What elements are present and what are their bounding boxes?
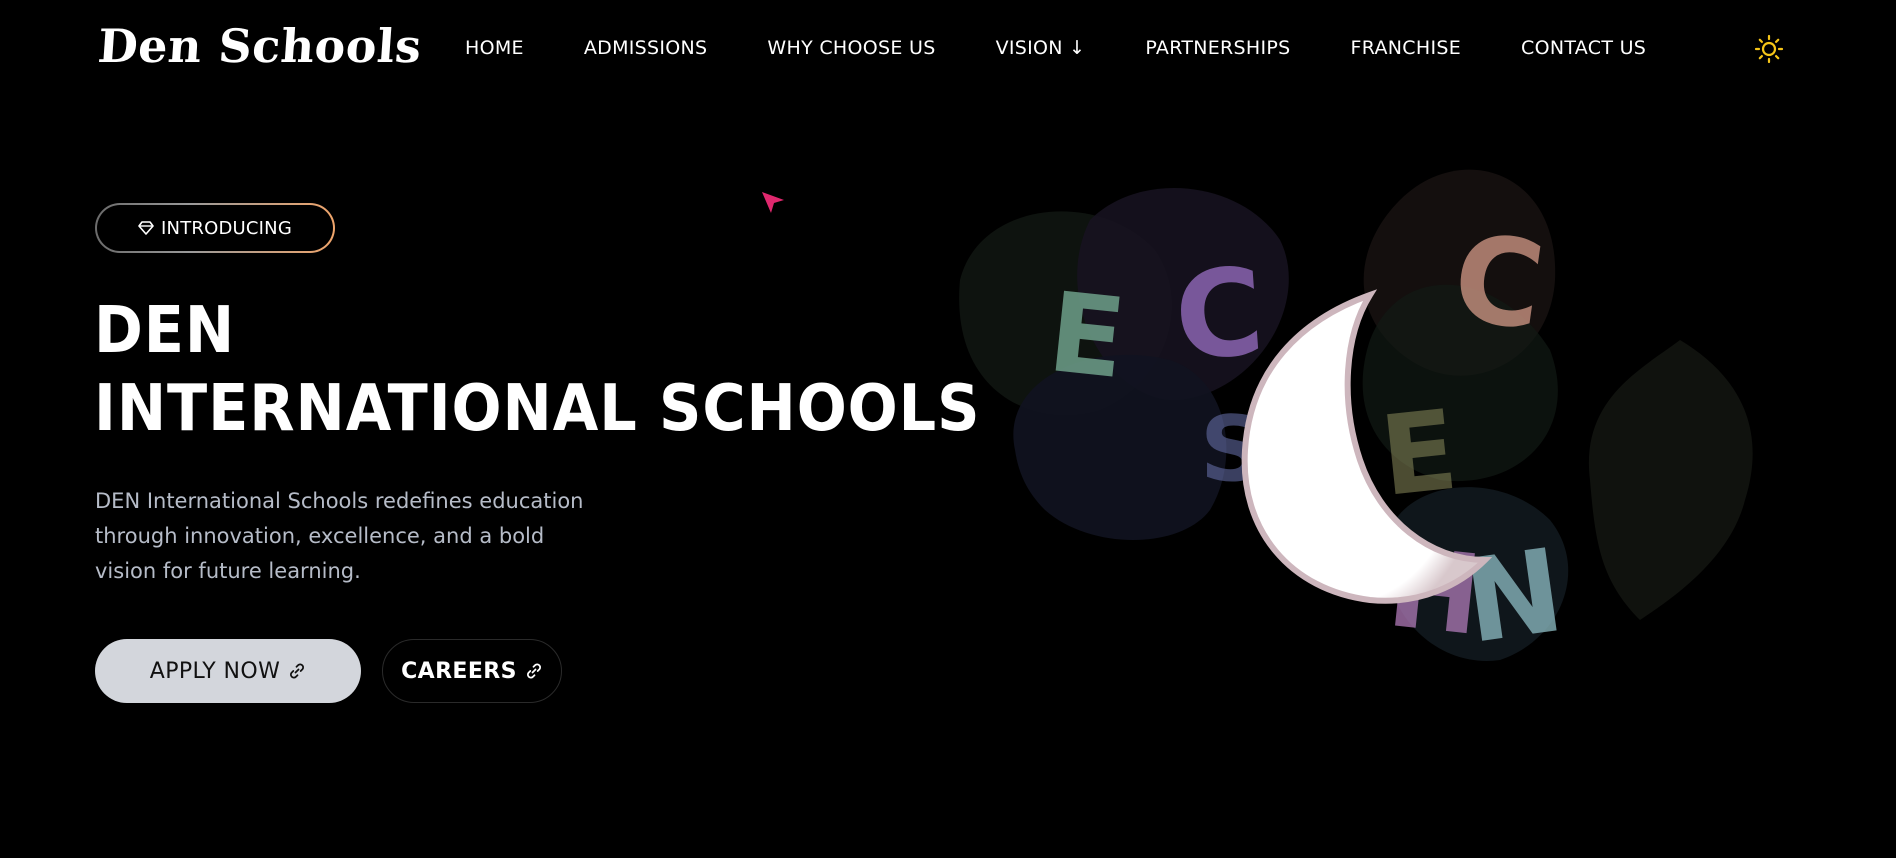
- nav-item-why-choose-us[interactable]: WHY CHOOSE US: [767, 37, 935, 59]
- hero-description: DEN International Schools redefines educ…: [95, 489, 584, 583]
- link-icon: [290, 663, 305, 679]
- nav-item-franchise[interactable]: FRANCHISE: [1351, 37, 1462, 59]
- art-letter: E: [1043, 268, 1131, 403]
- nav-item-home[interactable]: HOME: [465, 37, 524, 59]
- nav-item-partnerships[interactable]: PARTNERSHIPS: [1145, 37, 1290, 59]
- nav-item-admissions[interactable]: ADMISSIONS: [584, 37, 708, 59]
- art-letter: E: [1375, 386, 1463, 521]
- hero-title-line-1: DEN: [94, 294, 236, 368]
- nav-item-vision[interactable]: VISION ↓: [996, 37, 1086, 59]
- theme-toggle-button[interactable]: [1754, 34, 1784, 64]
- introducing-badge: INTRODUCING: [95, 203, 335, 253]
- art-letter: C: [1171, 243, 1269, 388]
- link-icon: [526, 663, 541, 679]
- diamond-icon: [138, 221, 154, 235]
- main-nav: HOME ADMISSIONS WHY CHOOSE US VISION ↓ P…: [465, 32, 1646, 64]
- apply-now-button[interactable]: APPLY NOW: [95, 639, 361, 703]
- hero-title: DEN INTERNATIONAL SCHOOLS: [94, 292, 980, 448]
- hero-title-line-2: INTERNATIONAL SCHOOLS: [94, 372, 981, 446]
- mouse-cursor-icon: [762, 192, 784, 213]
- hero-illustration: E C C E H N S: [959, 169, 1753, 670]
- badge-label: INTRODUCING: [161, 217, 292, 239]
- apply-now-label: APPLY NOW: [149, 658, 281, 684]
- careers-button[interactable]: CAREERS: [382, 639, 562, 703]
- careers-label: CAREERS: [401, 658, 517, 684]
- sun-icon: [1754, 34, 1784, 64]
- art-letter: N: [1457, 524, 1571, 670]
- badge-content: INTRODUCING: [97, 205, 333, 251]
- nav-item-contact-us[interactable]: CONTACT US: [1521, 37, 1646, 59]
- art-bubble: [1588, 340, 1753, 620]
- logo[interactable]: Den Schools: [96, 14, 424, 78]
